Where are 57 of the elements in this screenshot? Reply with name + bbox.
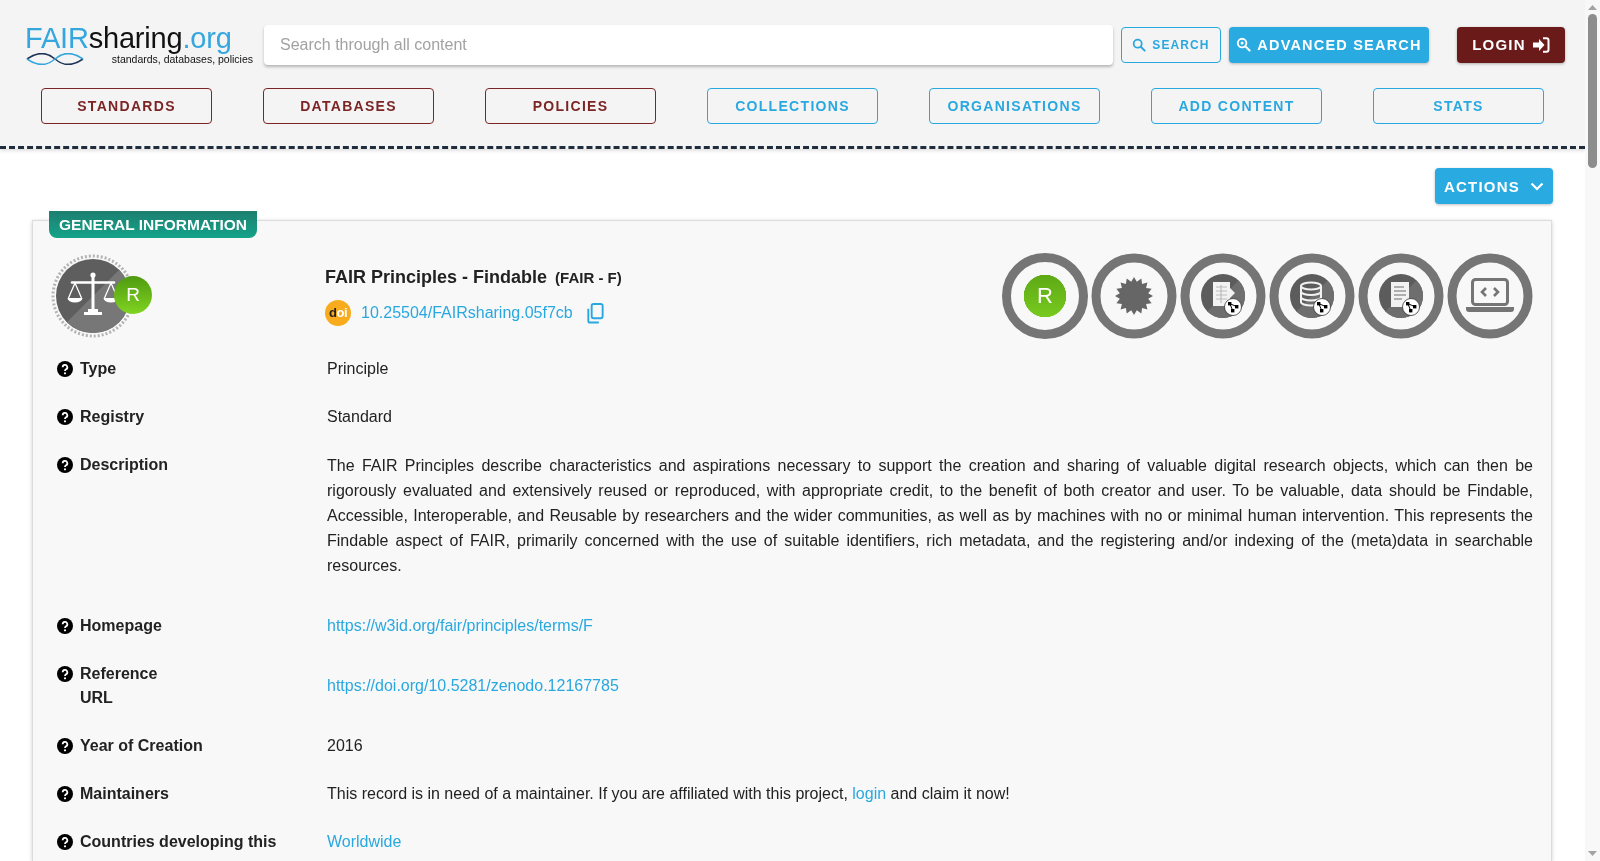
section-label: GENERAL INFORMATION [49, 211, 257, 238]
nav-button[interactable]: STATS [1373, 88, 1544, 124]
login-button[interactable]: LOGIN [1457, 26, 1565, 63]
seal-icon [1091, 253, 1177, 339]
letter-ring-badge: R [1002, 253, 1088, 339]
field-label: Description [80, 455, 168, 475]
field-value: Principle [327, 359, 390, 379]
laptop-code-icon [1447, 253, 1533, 339]
help-icon[interactable] [57, 834, 73, 850]
chevron-down-icon [1529, 181, 1544, 191]
login-link[interactable]: login [852, 785, 887, 802]
advanced-search-button[interactable]: ADVANCED SEARCH [1229, 26, 1429, 63]
nav-button[interactable]: COLLECTIONS [707, 88, 878, 124]
nav-button[interactable]: STANDARDS [41, 88, 212, 124]
help-icon[interactable] [57, 618, 73, 634]
field-value: Standard [327, 407, 393, 427]
help-icon[interactable] [57, 457, 73, 473]
search-button[interactable]: SEARCH [1121, 26, 1221, 63]
wave-icon [25, 52, 85, 65]
actions-button[interactable]: ACTIONS [1435, 168, 1553, 204]
help-icon[interactable] [57, 409, 73, 425]
help-icon[interactable] [57, 738, 73, 754]
field-label: Type [80, 359, 117, 379]
field-label: Registry [80, 407, 145, 427]
copy-icon[interactable] [585, 302, 604, 324]
record-abbreviation: (FAIR - F) [555, 269, 622, 286]
help-icon[interactable] [57, 786, 73, 802]
document-network-icon [1358, 253, 1444, 339]
letter-badge: R [114, 276, 152, 314]
maintainer-text: This record is in need of a maintainer. If you are affiliated with this project, login and claim it now! [327, 784, 1011, 804]
scrollbar-thumb[interactable] [1588, 14, 1597, 168]
field-label: Countries developing this [80, 832, 277, 852]
field-value: The FAIR Principles describe characteristics and aspirations necessary to support the creation and sharing of valuable digital research objects, which can then be rigorously evaluated and extensively reused or reproduced, with appropriate credit, to the benefit of both creator and user. To be valuable, data should be Findable, Accessible, Interoperable, and Reusable by researchers and the wider communities, as well as by machines with no or minimal human intervention. This represents the Findable aspect of FAIR, primarily concerned with the use of suitable identifiers, rich metadata, and the registering and/or indexing of the (meta)data in searchable resources. [327, 456, 1533, 576]
scrollbar[interactable] [1585, 0, 1600, 861]
doi-link[interactable]: 10.25504/FAIRsharing.05f7cb [361, 304, 573, 322]
sign-in-icon [1531, 36, 1550, 53]
help-icon[interactable] [57, 361, 73, 377]
nav-button[interactable]: ADD CONTENT [1151, 88, 1322, 124]
field-label: Homepage [80, 616, 162, 636]
nav-button[interactable]: DATABASES [263, 88, 434, 124]
field-value: 2016 [327, 736, 364, 756]
search-field[interactable]: Search through all content [264, 24, 1113, 65]
search-icon [1236, 37, 1252, 52]
database-network-icon [1269, 253, 1355, 339]
table-document-network-icon [1180, 253, 1266, 339]
field-label: Year of Creation [80, 736, 203, 756]
search-icon [1132, 37, 1147, 52]
field-label: Reference URL [80, 664, 158, 708]
record-title: FAIR Principles - Findable [325, 266, 548, 289]
field-link[interactable]: Worldwide [327, 833, 402, 850]
nav-button[interactable]: POLICIES [485, 88, 656, 124]
doi-logo: doi [325, 300, 351, 326]
field-label: Maintainers [80, 784, 169, 804]
help-icon[interactable] [57, 666, 73, 682]
field-link[interactable]: https://doi.org/10.5281/zenodo.12167785 [327, 677, 619, 694]
field-link[interactable]: https://w3id.org/fair/principles/terms/F [327, 617, 593, 634]
nav-button[interactable]: ORGANISATIONS [929, 88, 1100, 124]
